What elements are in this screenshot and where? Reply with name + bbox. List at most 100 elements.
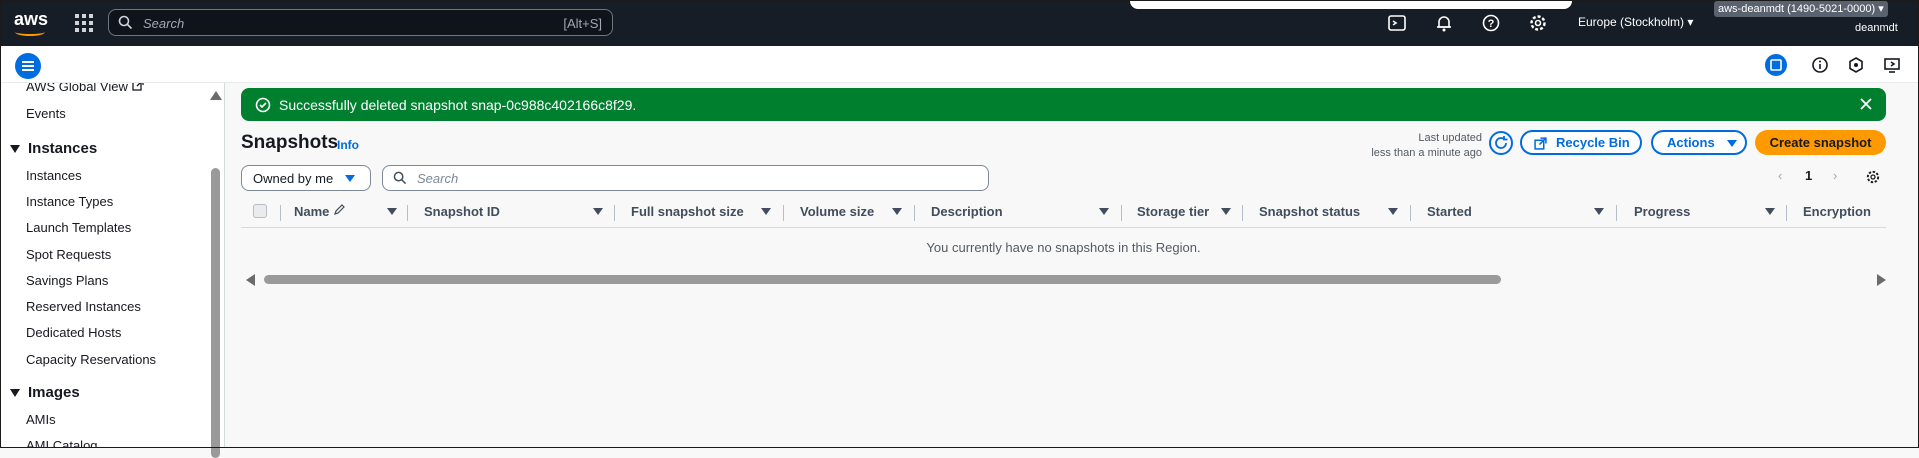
sidebar-item-dedicated-hosts[interactable]: Dedicated Hosts [26,325,121,340]
sidebar-section-images[interactable]: Images [10,384,80,401]
sort-icon[interactable] [1765,208,1775,215]
next-page-button[interactable]: › [1833,168,1837,183]
sidebar-section-instances[interactable]: Instances [10,140,97,157]
scroll-left-icon[interactable] [246,274,255,286]
info-icon[interactable] [1809,54,1831,76]
sidebar-item-instances[interactable]: Instances [26,168,82,183]
table-settings-icon[interactable] [1865,169,1881,185]
column-header-snapshot-id[interactable]: Snapshot ID [424,204,500,219]
snapshot-search-placeholder: Search [417,171,459,186]
search-icon [118,15,133,30]
sort-icon[interactable] [761,208,771,215]
sidebar-item-capacity-reservations[interactable]: Capacity Reservations [26,352,156,367]
last-updated-label: Last updated [1418,132,1482,144]
table-horizontal-scrollbar[interactable] [246,272,1886,286]
sort-icon[interactable] [593,208,603,215]
collapse-caret-icon [10,145,20,153]
flash-message-text: Successfully deleted snapshot snap-0c988… [279,97,637,113]
sort-icon[interactable] [892,208,902,215]
sidebar-item-reserved-instances[interactable]: Reserved Instances [26,299,141,314]
sidebar-scrollbar[interactable] [210,83,222,458]
table-header: Name Snapshot ID Full snapshot size Volu… [241,196,1886,228]
edit-pencil-icon [334,204,345,215]
column-header-storage-tier[interactable]: Storage tier [1137,204,1209,219]
account-label: aws-deanmdt (1490-5021-0000) [1718,3,1876,15]
sidebar-item-instance-types[interactable]: Instance Types [26,194,113,209]
column-header-description[interactable]: Description [931,204,1003,219]
aws-logo-text: aws [14,9,49,29]
previous-page-button[interactable]: ‹ [1778,168,1782,183]
scroll-up-icon[interactable] [210,91,222,100]
column-header-encryption[interactable]: Encryption [1803,204,1871,219]
column-header-progress[interactable]: Progress [1634,204,1690,219]
notification-strip [1130,0,1572,9]
sort-icon[interactable] [1594,208,1604,215]
column-header-name[interactable]: Name [294,204,345,219]
sort-icon[interactable] [1099,208,1109,215]
table-scroll-thumb[interactable] [264,275,1501,284]
page-title: Snapshots [241,132,339,153]
sidebar-item-amis[interactable]: AMIs [26,412,56,427]
search-icon [393,171,407,185]
scroll-right-icon[interactable] [1877,274,1886,286]
column-header-full-snapshot-size[interactable]: Full snapshot size [631,204,744,219]
recycle-bin-label: Recycle Bin [1556,135,1630,150]
account-menu[interactable]: aws-deanmdt (1490-5021-0000) ▾ [1714,1,1888,17]
sidebar-section-label: Images [28,384,80,401]
sidebar-item-spot-requests[interactable]: Spot Requests [26,247,111,262]
sidebar-item-events[interactable]: Events [26,106,66,121]
success-flash-message: Successfully deleted snapshot snap-0c988… [241,88,1886,121]
sidebar-item-ami-catalog[interactable]: AMI Catalog [26,438,98,448]
column-label: Name [294,204,330,219]
global-search-input[interactable]: Search [Alt+S] [108,9,613,36]
side-nav-toggle-button[interactable] [15,53,41,79]
sidebar-item-launch-templates[interactable]: Launch Templates [26,220,131,235]
refresh-icon [1495,136,1508,149]
sidebar-item-aws-global-view[interactable]: AWS Global View [26,83,144,94]
empty-table-message: You currently have no snapshots in this … [926,240,1201,255]
sort-icon[interactable] [1388,208,1398,215]
recycle-bin-button[interactable]: Recycle Bin [1520,130,1642,155]
side-navigation: AWS Global View Events Instances Instanc… [0,83,225,448]
column-header-volume-size[interactable]: Volume size [800,204,874,219]
feedback-icon[interactable] [1881,54,1903,76]
external-link-icon [131,83,144,91]
last-updated-value: less than a minute ago [1371,147,1482,159]
secondary-toolbar [0,46,1919,83]
actions-dropdown-button[interactable]: Actions [1651,130,1747,155]
aws-logo[interactable]: aws [14,9,48,37]
sidebar-scroll-thumb[interactable] [211,168,220,458]
last-updated: Last updated less than a minute ago [1360,131,1482,161]
page-number[interactable]: 1 [1805,168,1812,183]
select-all-checkbox[interactable] [253,204,267,218]
panel-toggle-icon[interactable] [1765,54,1787,76]
security-icon[interactable] [1845,54,1867,76]
bell-icon[interactable] [1434,13,1454,33]
owner-filter-value: Owned by me [253,171,334,186]
region-label: Europe (Stockholm) [1578,15,1685,29]
global-search-placeholder: Search [143,16,185,31]
snapshot-search-input[interactable]: Search [382,165,989,191]
cloudshell-icon[interactable] [1387,13,1407,33]
refresh-button[interactable] [1489,131,1513,155]
sort-icon[interactable] [1221,208,1231,215]
success-check-icon [255,97,271,113]
sidebar-section-label: Instances [28,140,98,157]
svg-text:?: ? [1488,18,1495,30]
column-header-started[interactable]: Started [1427,204,1472,219]
column-header-snapshot-status[interactable]: Snapshot status [1259,204,1360,219]
settings-icon[interactable] [1528,13,1548,33]
close-icon[interactable] [1858,96,1874,112]
actions-label: Actions [1667,135,1715,150]
sort-icon[interactable] [387,208,397,215]
sidebar-item-savings-plans[interactable]: Savings Plans [26,273,108,288]
search-shortcut: [Alt+S] [563,16,602,31]
create-snapshot-button[interactable]: Create snapshot [1755,130,1886,155]
info-link[interactable]: Info [337,138,359,152]
help-icon[interactable]: ? [1481,13,1501,33]
chevron-down-icon [345,175,355,182]
collapse-caret-icon [10,389,20,397]
owner-filter-select[interactable]: Owned by me [241,165,371,191]
region-selector[interactable]: Europe (Stockholm) ▾ [1578,15,1693,29]
services-menu-icon[interactable] [75,14,93,32]
